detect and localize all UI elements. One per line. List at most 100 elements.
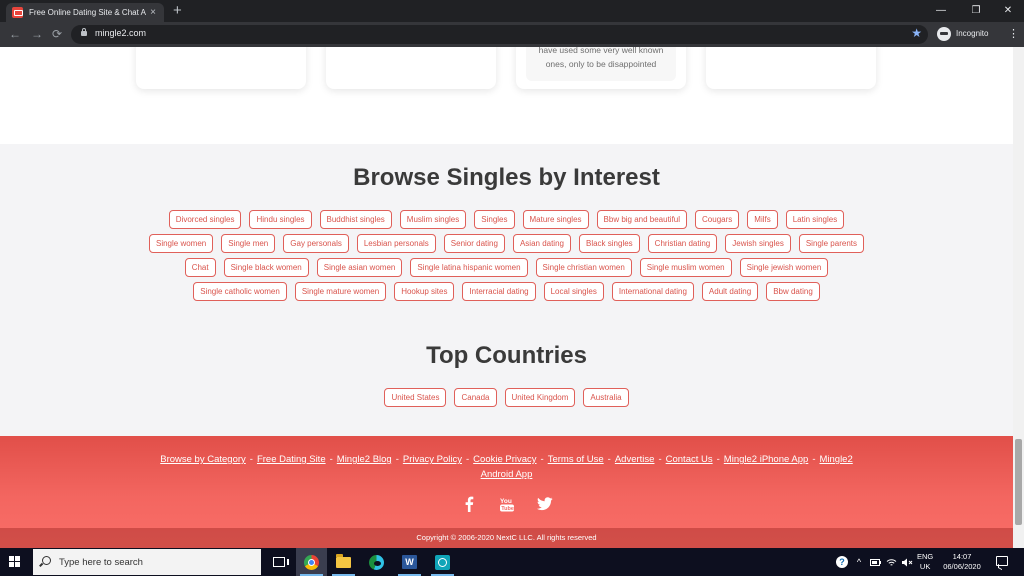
country-tag-link[interactable]: United States bbox=[384, 388, 447, 407]
interest-tag-link[interactable]: Jewish singles bbox=[725, 234, 791, 253]
interest-tag-link[interactable]: Single black women bbox=[223, 258, 309, 277]
language-indicator[interactable]: ENG UK bbox=[917, 552, 933, 572]
interest-tag-link[interactable]: Bbw dating bbox=[766, 282, 820, 301]
language-region: UK bbox=[919, 562, 931, 571]
footer-link[interactable]: Terms of Use bbox=[548, 454, 604, 465]
facebook-icon[interactable] bbox=[460, 496, 478, 512]
taskbar-search[interactable]: Type here to search bbox=[33, 549, 261, 575]
footer-link[interactable]: Contact Us bbox=[666, 454, 713, 465]
interest-tag-link[interactable]: Single women bbox=[148, 234, 214, 253]
interest-tag-link[interactable]: Bbw big and beautiful bbox=[596, 210, 688, 229]
incognito-icon[interactable] bbox=[937, 27, 951, 41]
volume-muted-icon[interactable] bbox=[900, 548, 914, 576]
footer-link[interactable]: Advertise bbox=[615, 454, 655, 465]
interest-tag-link[interactable]: Hindu singles bbox=[249, 210, 312, 229]
testimonial-line: have used some very well known bbox=[538, 47, 664, 55]
taskbar-chrome[interactable] bbox=[296, 548, 327, 576]
interest-tag-link[interactable]: Latin singles bbox=[785, 210, 845, 229]
footer-separator: - bbox=[395, 454, 399, 465]
footer-link[interactable]: Privacy Policy bbox=[403, 454, 462, 465]
interest-tag-link[interactable]: Single asian women bbox=[316, 258, 403, 277]
interest-tag-link[interactable]: Muslim singles bbox=[399, 210, 467, 229]
tab-close-icon[interactable]: × bbox=[148, 7, 158, 18]
taskbar-file-explorer[interactable] bbox=[328, 548, 359, 576]
footer-link[interactable]: Cookie Privacy bbox=[473, 454, 536, 465]
country-tag-link[interactable]: Canada bbox=[454, 388, 497, 407]
footer-link-list: Browse by Category - Free Dating Site - Ming… bbox=[160, 452, 853, 482]
interest-tag-link[interactable]: Buddhist singles bbox=[319, 210, 392, 229]
country-tag-link[interactable]: United Kingdom bbox=[504, 388, 576, 407]
footer-link[interactable]: Mingle2 iPhone App bbox=[724, 454, 809, 465]
bookmark-star-icon[interactable]: ★ bbox=[911, 26, 922, 40]
windows-start-icon[interactable] bbox=[9, 556, 21, 568]
interest-tag-link[interactable]: Milfs bbox=[747, 210, 778, 229]
help-icon[interactable]: ? bbox=[836, 556, 848, 568]
testimonial-card bbox=[706, 47, 876, 89]
interest-tag-link[interactable]: Hookup sites bbox=[394, 282, 455, 301]
footer-link[interactable]: Mingle2 Blog bbox=[337, 454, 392, 465]
interest-tag-link[interactable]: Black singles bbox=[578, 234, 640, 253]
battery-icon[interactable] bbox=[868, 548, 882, 576]
interest-tag-link[interactable]: Single catholic women bbox=[193, 282, 287, 301]
page-scrollbar[interactable] bbox=[1013, 47, 1024, 548]
action-center-icon[interactable] bbox=[996, 556, 1008, 566]
interest-tag-link[interactable]: Single muslim women bbox=[639, 258, 732, 277]
interest-tag-link[interactable]: Gay personals bbox=[283, 234, 349, 253]
interest-tag-link[interactable]: Single christian women bbox=[535, 258, 632, 277]
interest-tag-link[interactable]: Mature singles bbox=[522, 210, 589, 229]
lock-icon[interactable] bbox=[81, 28, 87, 36]
photos-icon bbox=[435, 554, 450, 570]
scrollbar-thumb[interactable] bbox=[1015, 439, 1022, 525]
address-bar[interactable]: mingle2.com ★ bbox=[71, 25, 928, 44]
interest-tag-link[interactable]: Local singles bbox=[543, 282, 604, 301]
interest-tag-link[interactable]: Cougars bbox=[695, 210, 740, 229]
youtube-icon[interactable]: You Tube bbox=[498, 496, 516, 512]
browser-menu-icon[interactable]: ⋮ bbox=[1008, 27, 1019, 41]
tab-title: Free Online Dating Site & Chat A bbox=[29, 8, 146, 17]
testimonial-card: have used some very well known ones, onl… bbox=[516, 47, 686, 89]
minimize-button[interactable]: — bbox=[925, 0, 957, 22]
interest-tag-link[interactable]: Single parents bbox=[798, 234, 864, 253]
interest-tag-link[interactable]: Adult dating bbox=[701, 282, 759, 301]
reload-button[interactable]: ⟳ bbox=[52, 27, 62, 41]
interest-tag-link[interactable]: Chat bbox=[184, 258, 216, 277]
interest-tag-link[interactable]: Single latina hispanic women bbox=[410, 258, 528, 277]
forward-button[interactable]: → bbox=[31, 27, 43, 41]
wifi-icon[interactable] bbox=[884, 548, 898, 576]
taskbar-edge[interactable] bbox=[361, 548, 392, 576]
tray-overflow-icon[interactable]: ^ bbox=[852, 548, 866, 576]
interest-tag-link[interactable]: Single mature women bbox=[294, 282, 387, 301]
taskbar-photos[interactable] bbox=[427, 548, 458, 576]
clock-date: 06/06/2020 bbox=[943, 562, 981, 571]
mingle2-favicon-icon bbox=[12, 7, 23, 18]
interest-tag-link[interactable]: Interracial dating bbox=[462, 282, 536, 301]
interest-tag-link[interactable]: Senior dating bbox=[443, 234, 505, 253]
task-view-icon bbox=[272, 557, 289, 567]
close-window-button[interactable]: ✕ bbox=[992, 0, 1024, 22]
new-tab-button[interactable]: + bbox=[173, 2, 182, 20]
interest-tag-link[interactable]: Christian dating bbox=[647, 234, 718, 253]
interest-tag-link[interactable]: International dating bbox=[611, 282, 694, 301]
interest-tag-link[interactable]: Single men bbox=[221, 234, 276, 253]
interest-tag-link[interactable]: Singles bbox=[474, 210, 515, 229]
incognito-label[interactable]: Incognito bbox=[956, 29, 988, 38]
twitter-icon[interactable] bbox=[536, 496, 554, 512]
system-clock[interactable]: 14:07 06/06/2020 bbox=[941, 552, 983, 572]
task-view-button[interactable] bbox=[263, 548, 294, 576]
footer-link[interactable]: Free Dating Site bbox=[257, 454, 326, 465]
interest-tag-link[interactable]: Single jewish women bbox=[739, 258, 829, 277]
back-button[interactable]: ← bbox=[9, 27, 21, 41]
footer-link[interactable]: Browse by Category bbox=[160, 454, 246, 465]
restore-button[interactable]: ❐ bbox=[960, 0, 992, 22]
interest-tag-list: Divorced singles Hindu singles Buddhist si… bbox=[135, 210, 878, 301]
url-text[interactable]: mingle2.com bbox=[95, 28, 146, 38]
interest-tag-link[interactable]: Divorced singles bbox=[168, 210, 242, 229]
interest-tag-link[interactable]: Asian dating bbox=[512, 234, 571, 253]
taskbar-word[interactable]: W bbox=[394, 548, 425, 576]
browser-tab[interactable]: Free Online Dating Site & Chat A × bbox=[6, 3, 164, 22]
country-tag-link[interactable]: Australia bbox=[583, 388, 629, 407]
windows-taskbar: Type here to search W ? ^ ENG UK 14:07 0… bbox=[0, 548, 1024, 576]
social-links: You Tube bbox=[0, 496, 1013, 512]
taskbar-search-placeholder[interactable]: Type here to search bbox=[59, 557, 143, 568]
interest-tag-link[interactable]: Lesbian personals bbox=[356, 234, 436, 253]
